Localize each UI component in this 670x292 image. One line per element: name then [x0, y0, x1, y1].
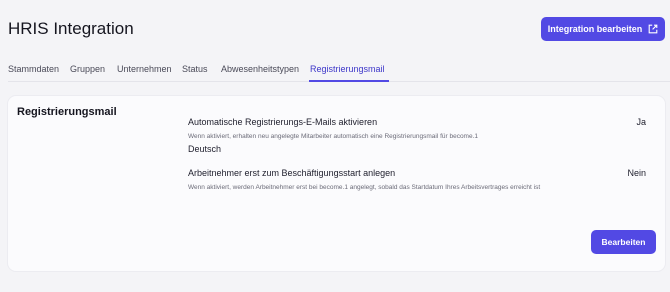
tab-status[interactable]: Status [182, 64, 208, 74]
external-link-icon [648, 24, 658, 34]
setting-employment-start-description: Wenn aktiviert, werden Arbeitnehmer erst… [188, 184, 541, 191]
page-title: HRIS Integration [8, 19, 134, 38]
setting-language-value: Deutsch [188, 144, 222, 154]
tab-unternehmen[interactable]: Unternehmen [117, 64, 172, 74]
edit-integration-button[interactable]: Integration bearbeiten [541, 17, 665, 41]
tab-stammdaten[interactable]: Stammdaten [8, 64, 59, 74]
registrierungsmail-card: Registrierungsmail Automatische Registri… [8, 96, 665, 271]
setting-auto-email-description: Wenn aktiviert, erhalten neu angelegte M… [188, 133, 479, 140]
setting-auto-email-value: Ja [636, 117, 646, 127]
card-title: Registrierungsmail [17, 106, 117, 118]
setting-auto-email-label: Automatische Registrierungs-E-Mails akti… [188, 117, 378, 127]
active-tab-indicator [309, 80, 389, 82]
setting-employment-start-value: Nein [627, 168, 646, 178]
tab-gruppen[interactable]: Gruppen [70, 64, 105, 74]
edit-integration-label: Integration bearbeiten [547, 24, 643, 34]
tab-registrierungsmail[interactable]: Registrierungsmail [310, 64, 385, 74]
edit-button[interactable]: Bearbeiten [591, 230, 656, 254]
tab-bar: Stammdaten Gruppen Unternehmen Status Ab… [8, 60, 670, 82]
tab-abwesenheitstypen[interactable]: Abwesenheitstypen [221, 64, 299, 74]
setting-employment-start-label: Arbeitnehmer erst zum Beschäftigungsstar… [188, 168, 396, 178]
